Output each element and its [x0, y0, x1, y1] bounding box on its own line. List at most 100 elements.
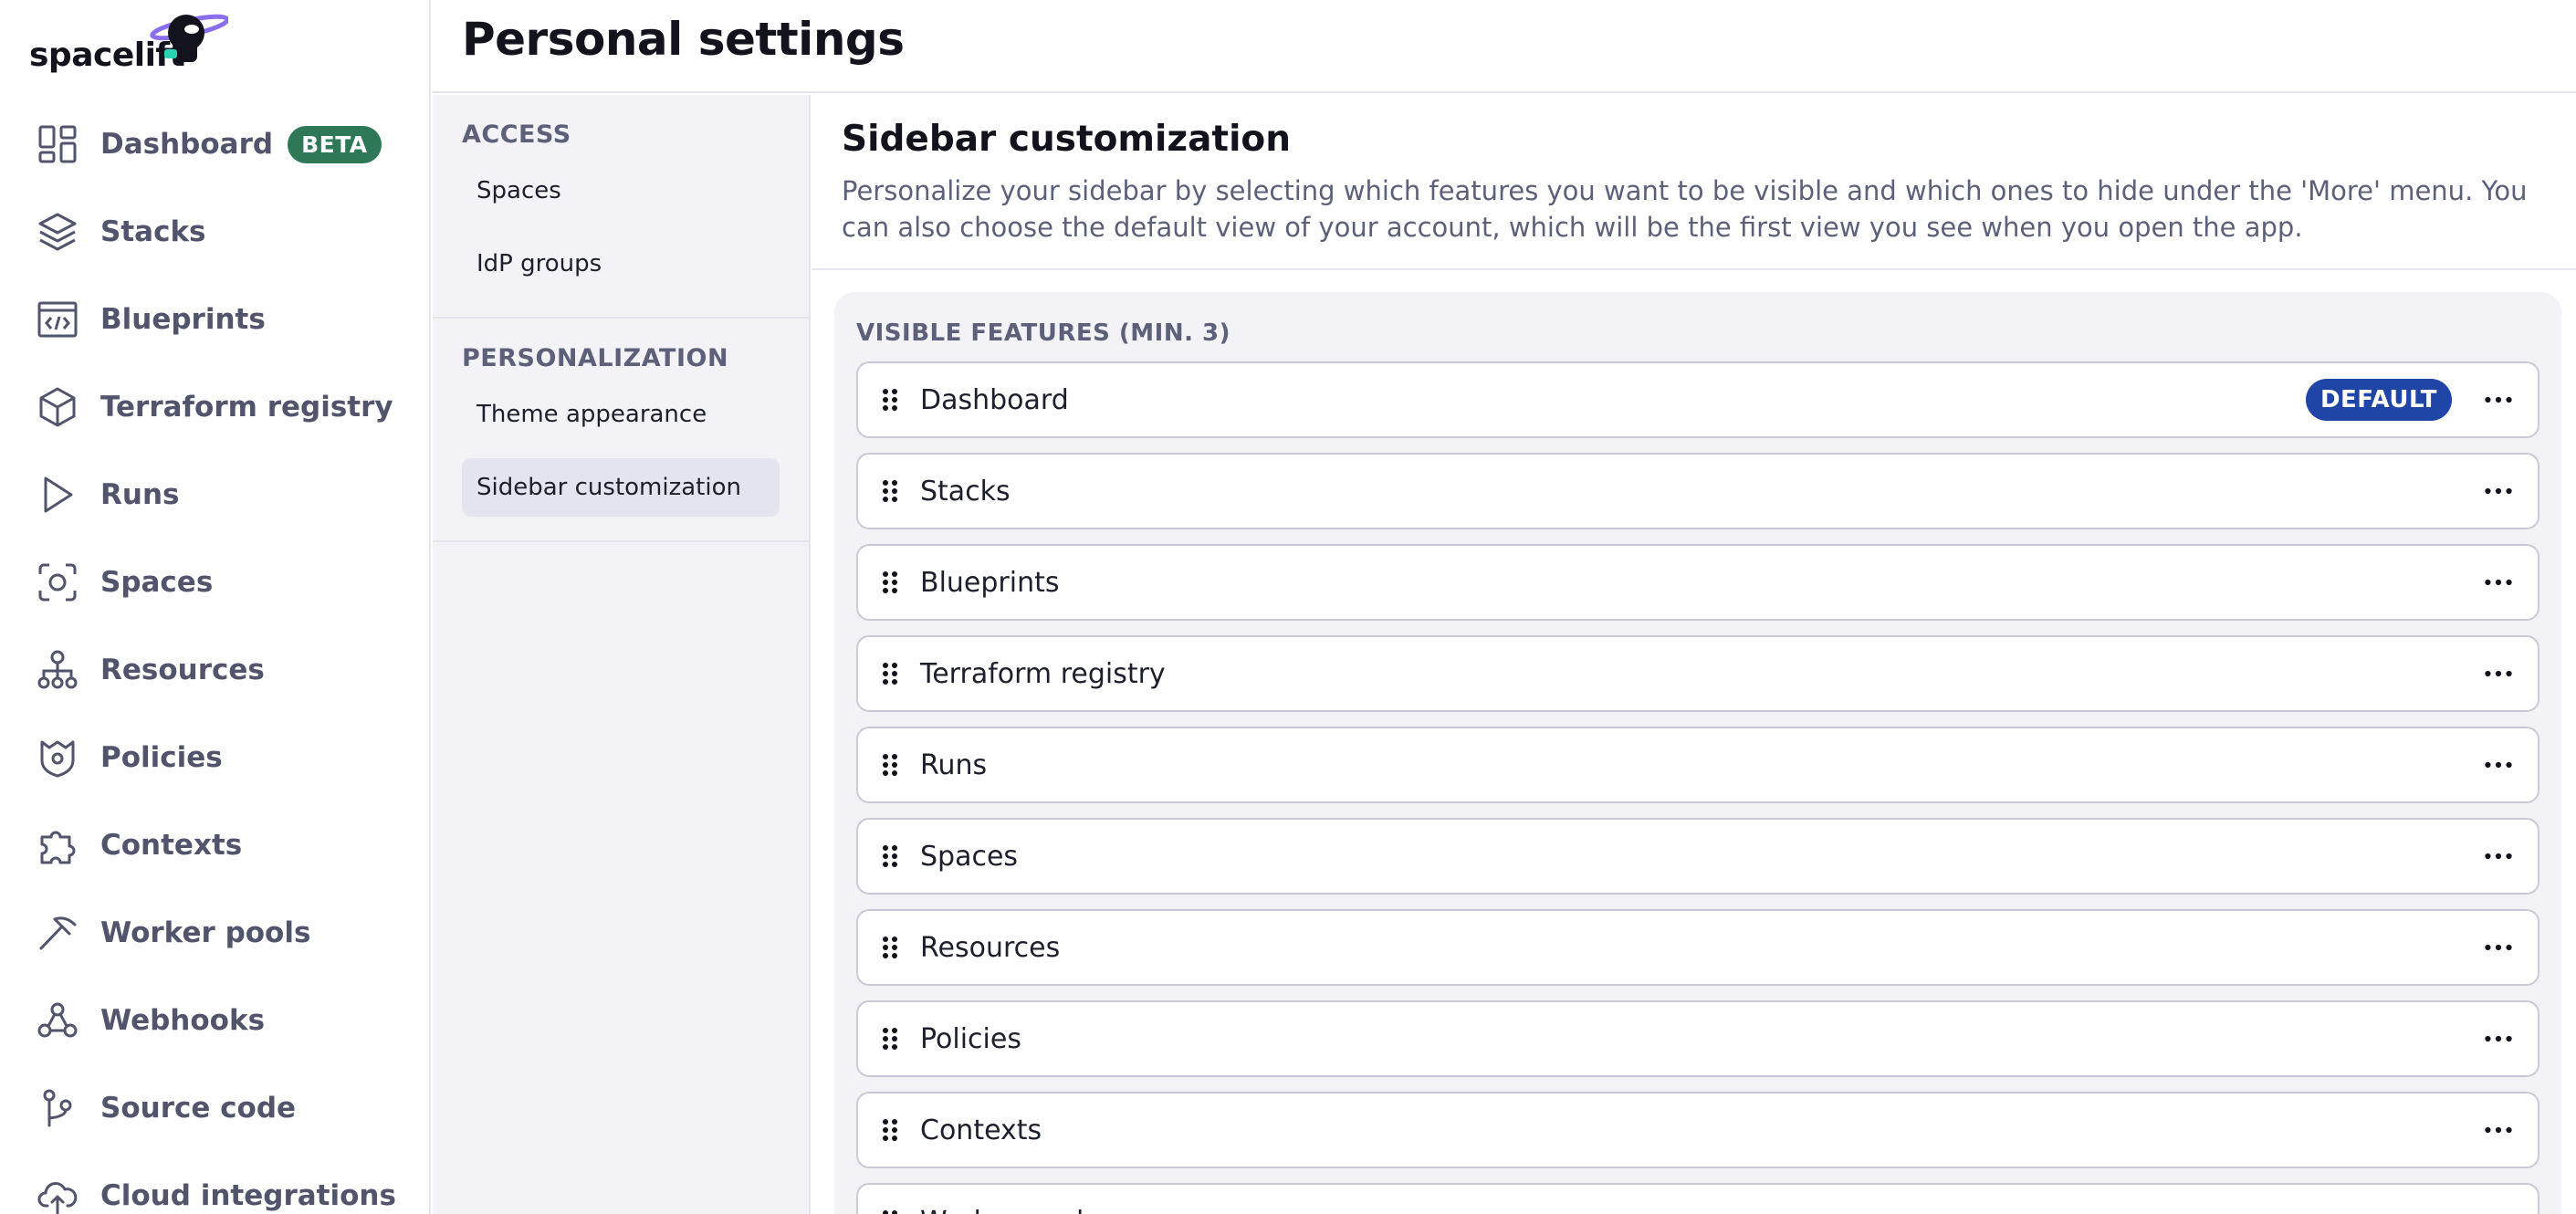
- default-badge: DEFAULT: [2305, 379, 2452, 421]
- app-window: spacelift Dashboard BETA Stacks Blueprin…: [0, 0, 2576, 1214]
- sidebar-item-label: Cloud integrations: [100, 1179, 396, 1212]
- feature-row[interactable]: Terraform registry: [856, 635, 2539, 712]
- drag-handle-icon[interactable]: [880, 934, 900, 961]
- subnav-section-access: ACCESS Spaces IdP groups: [433, 95, 809, 319]
- blueprints-icon: [35, 297, 80, 342]
- sidebar-item-label: Runs: [100, 478, 180, 511]
- settings-subnav: ACCESS Spaces IdP groups PERSONALIZATION…: [433, 95, 811, 1214]
- feature-label: Terraform registry: [920, 657, 1166, 690]
- sidebar-item-label: Dashboard: [100, 128, 274, 161]
- sidebar-item-label: Policies: [100, 741, 223, 774]
- more-options-icon[interactable]: [2476, 836, 2521, 876]
- resources-icon: [35, 647, 80, 693]
- more-options-icon[interactable]: [2476, 745, 2521, 785]
- sidebar-item-worker-pools[interactable]: Worker pools: [0, 889, 429, 977]
- drag-handle-icon[interactable]: [880, 842, 900, 870]
- feature-label: Blueprints: [920, 566, 1060, 599]
- sidebar-item-contexts[interactable]: Contexts: [0, 801, 429, 889]
- drag-handle-icon[interactable]: [880, 751, 900, 779]
- section-description: Personalize your sidebar by selecting wh…: [842, 175, 2528, 243]
- runs-icon: [35, 472, 80, 518]
- drag-handle-icon[interactable]: [880, 1025, 900, 1052]
- more-options-icon[interactable]: [2476, 1110, 2521, 1150]
- sidebar-item-label: Terraform registry: [100, 391, 393, 424]
- drag-handle-icon[interactable]: [880, 660, 900, 687]
- feature-row[interactable]: Spaces: [856, 818, 2539, 895]
- feature-label: Contexts: [920, 1114, 1042, 1146]
- source-code-icon: [35, 1085, 80, 1131]
- feature-label: Stacks: [920, 475, 1011, 508]
- drag-handle-icon[interactable]: [880, 1208, 900, 1214]
- drag-handle-icon[interactable]: [880, 386, 900, 413]
- subnav-section-personalization: PERSONALIZATION Theme appearance Sidebar…: [433, 319, 809, 542]
- more-options-icon[interactable]: [2476, 927, 2521, 968]
- feature-row[interactable]: Resources: [856, 909, 2539, 986]
- sidebar-item-terraform-registry[interactable]: Terraform registry: [0, 363, 429, 451]
- webhooks-icon: [35, 998, 80, 1043]
- sidebar-item-runs[interactable]: Runs: [0, 451, 429, 539]
- main-content: Sidebar customization Personalize your s…: [812, 95, 2576, 1214]
- subnav-item-theme-appearance[interactable]: Theme appearance: [462, 385, 780, 444]
- drag-handle-icon[interactable]: [880, 1116, 900, 1144]
- page-header: Personal settings: [433, 0, 2576, 93]
- sidebar-item-label: Spaces: [100, 566, 214, 599]
- feature-label: Spaces: [920, 840, 1019, 873]
- feature-row[interactable]: Worker pools: [856, 1183, 2539, 1214]
- sidebar-item-blueprints[interactable]: Blueprints: [0, 276, 429, 363]
- subnav-heading: ACCESS: [462, 120, 571, 149]
- sidebar-item-label: Worker pools: [100, 916, 311, 949]
- stacks-icon: [35, 209, 80, 255]
- beta-badge: BETA: [288, 125, 382, 163]
- sidebar-item-label: Stacks: [100, 215, 206, 248]
- section-title: Sidebar customization: [842, 119, 1291, 160]
- spacelift-logo[interactable]: spacelift: [27, 9, 228, 74]
- policies-icon: [35, 735, 80, 780]
- contexts-icon: [35, 822, 80, 868]
- sidebar-item-webhooks[interactable]: Webhooks: [0, 977, 429, 1064]
- subnav-item-sidebar-customization[interactable]: Sidebar customization: [462, 458, 780, 517]
- terraform-registry-icon: [35, 384, 80, 430]
- astronaut-logo-icon: [150, 14, 228, 62]
- feature-label: Resources: [920, 931, 1061, 964]
- sidebar-item-resources[interactable]: Resources: [0, 626, 429, 714]
- feature-list: Dashboard DEFAULT Stacks Blueprints Terrafor…: [856, 361, 2539, 1214]
- drag-handle-icon[interactable]: [880, 569, 900, 596]
- visible-features-panel: VISIBLE FEATURES (MIN. 3) Dashboard DEFAU…: [834, 292, 2561, 1214]
- feature-row[interactable]: Policies: [856, 1000, 2539, 1077]
- more-options-icon[interactable]: [2476, 471, 2521, 511]
- sidebar-item-label: Contexts: [100, 829, 243, 862]
- sidebar-item-stacks[interactable]: Stacks: [0, 188, 429, 276]
- sidebar-item-cloud-integrations[interactable]: Cloud integrations: [0, 1152, 429, 1214]
- sidebar-item-source-code[interactable]: Source code: [0, 1064, 429, 1152]
- feature-row[interactable]: Runs: [856, 727, 2539, 803]
- sidebar-item-dashboard[interactable]: Dashboard BETA: [0, 100, 429, 188]
- subnav-item-spaces[interactable]: Spaces: [462, 162, 780, 220]
- feature-label: Worker pools: [920, 1206, 1098, 1214]
- page-title: Personal settings: [462, 13, 905, 66]
- feature-row[interactable]: Blueprints: [856, 544, 2539, 621]
- sidebar-item-label: Blueprints: [100, 303, 266, 336]
- subnav-item-idp-groups[interactable]: IdP groups: [462, 235, 780, 293]
- sidebar-item-policies[interactable]: Policies: [0, 714, 429, 801]
- sidebar-item-label: Resources: [100, 654, 265, 686]
- drag-handle-icon[interactable]: [880, 477, 900, 505]
- subnav-heading: PERSONALIZATION: [462, 344, 729, 372]
- feature-label: Dashboard: [920, 383, 1069, 416]
- feature-row[interactable]: Contexts: [856, 1092, 2539, 1168]
- more-options-icon[interactable]: [2476, 1019, 2521, 1059]
- panel-heading: VISIBLE FEATURES (MIN. 3): [856, 319, 1231, 347]
- dashboard-icon: [35, 121, 80, 167]
- feature-label: Runs: [920, 748, 988, 781]
- worker-pools-icon: [35, 910, 80, 956]
- more-options-icon[interactable]: [2476, 1201, 2521, 1214]
- sidebar-item-label: Webhooks: [100, 1004, 266, 1037]
- sidebar-item-label: Source code: [100, 1092, 297, 1125]
- cloud-integrations-icon: [35, 1173, 80, 1214]
- content-header: Sidebar customization Personalize your s…: [812, 95, 2576, 270]
- more-options-icon[interactable]: [2476, 380, 2521, 420]
- more-options-icon[interactable]: [2476, 562, 2521, 602]
- feature-row[interactable]: Stacks: [856, 453, 2539, 529]
- sidebar-item-spaces[interactable]: Spaces: [0, 539, 429, 626]
- feature-row[interactable]: Dashboard DEFAULT: [856, 361, 2539, 438]
- more-options-icon[interactable]: [2476, 654, 2521, 694]
